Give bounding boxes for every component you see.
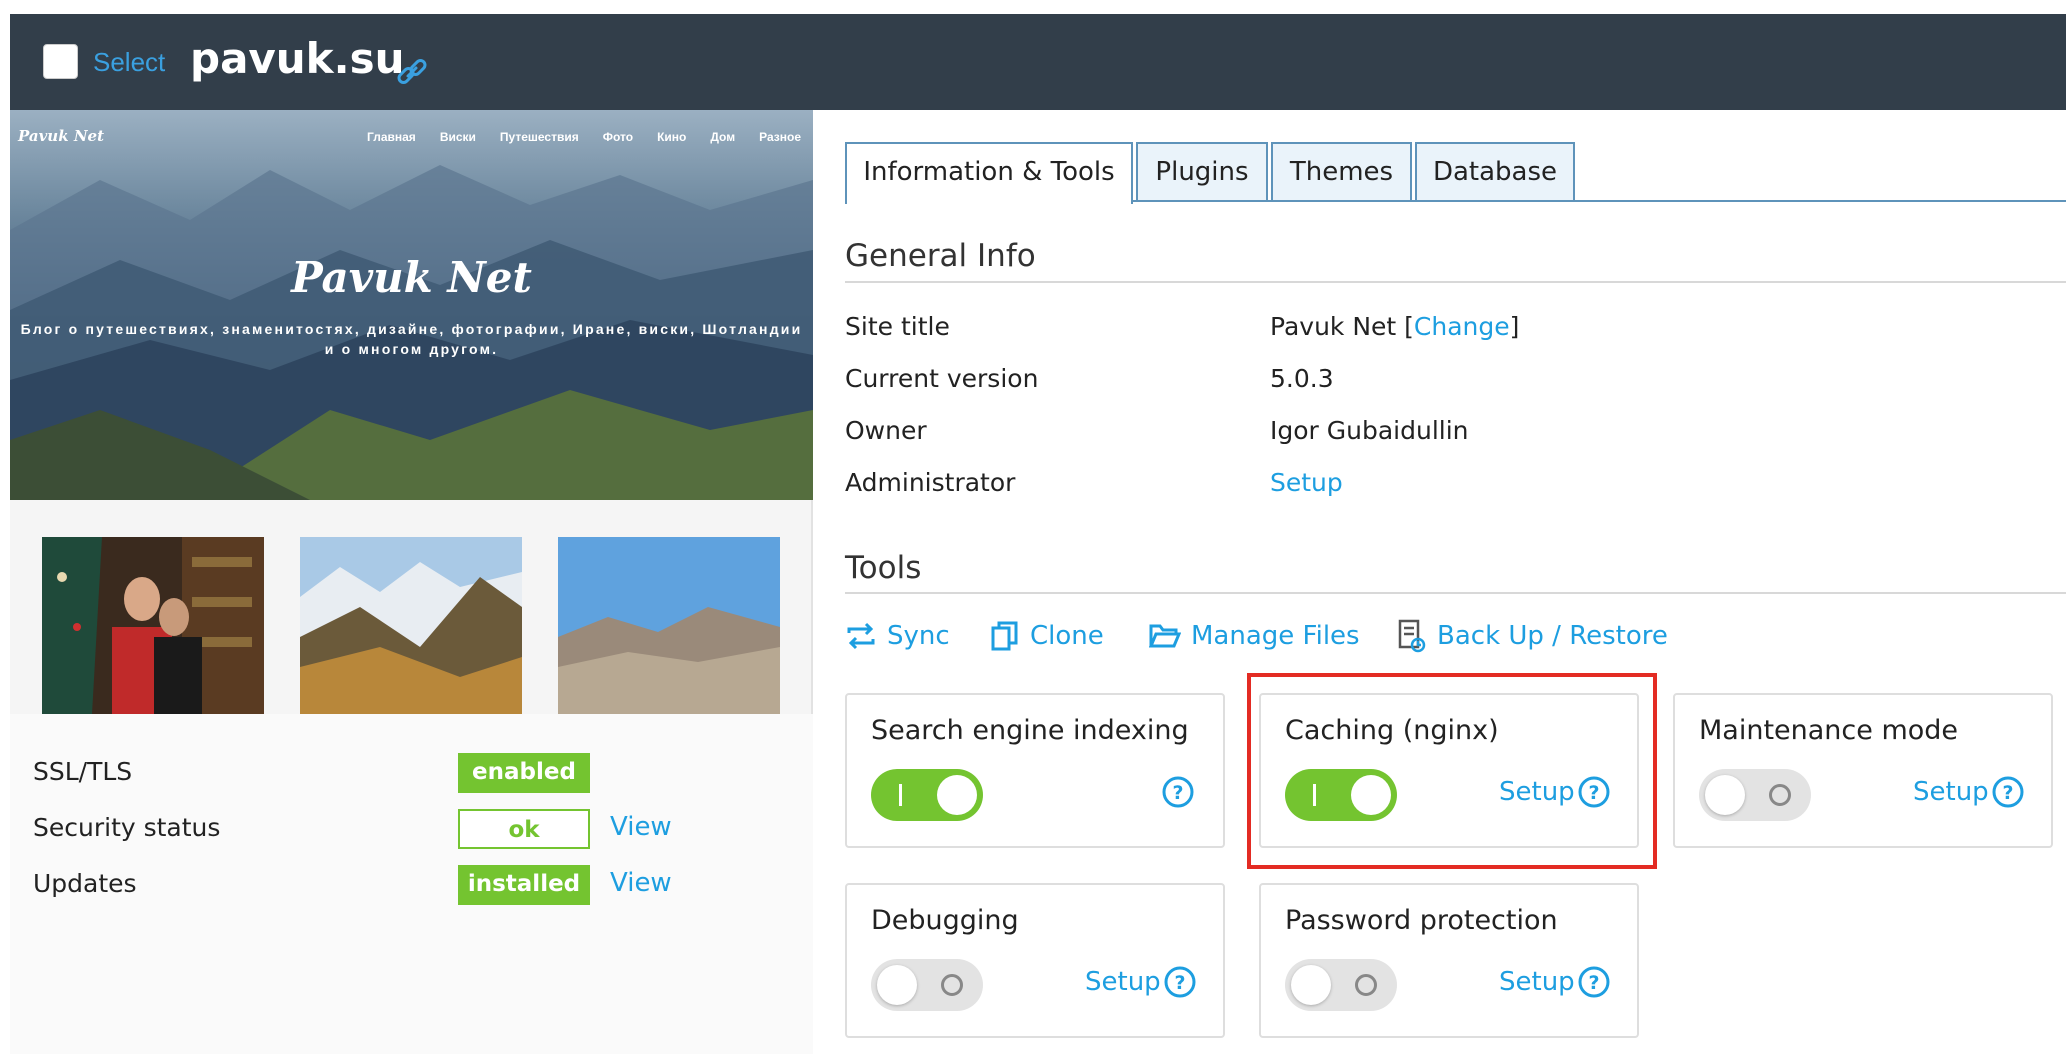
search-engine-indexing-card: Search engine indexing ? — [845, 693, 1225, 848]
preview-nav-item: Главная — [367, 130, 416, 144]
updates-badge: installed — [458, 865, 590, 905]
maintenance-mode-card: Maintenance mode Setup ? — [1673, 693, 2053, 848]
clone-icon — [991, 621, 1018, 651]
help-icon[interactable]: ? — [1991, 775, 2025, 809]
sync-icon — [847, 622, 875, 650]
security-view-link[interactable]: View — [610, 812, 672, 842]
current-version-label: Current version — [845, 364, 1039, 393]
card-title: Maintenance mode — [1699, 715, 1959, 746]
highlight-box — [1247, 673, 1657, 869]
general-info-divider — [845, 281, 2066, 283]
site-header-bar: Select pavuk.su — [10, 14, 2066, 110]
updates-view-link[interactable]: View — [610, 868, 672, 898]
owner-value: Igor Gubaidullin — [1270, 416, 1469, 445]
manage-files-label: Manage Files — [1191, 621, 1360, 651]
manage-files-link[interactable]: Manage Files — [1149, 616, 1360, 656]
backup-restore-label: Back Up / Restore — [1437, 621, 1668, 651]
tab-themes[interactable]: Themes — [1271, 142, 1412, 202]
site-preview-panel: Pavuk Net Главная Виски Путешествия Фото… — [10, 110, 813, 1054]
preview-title: Pavuk Net — [291, 253, 532, 302]
search-indexing-toggle[interactable] — [871, 769, 983, 821]
maintenance-setup-link[interactable]: Setup — [1913, 777, 1989, 807]
tools-heading: Tools — [845, 550, 922, 586]
site-title-value: Pavuk Net [Change] — [1270, 312, 1520, 341]
active-tab-gap — [847, 199, 1131, 203]
clone-label: Clone — [1030, 621, 1104, 651]
general-info-heading: General Info — [845, 238, 1036, 274]
backup-icon — [1398, 619, 1426, 653]
help-icon[interactable]: ? — [1577, 965, 1611, 999]
password-protection-toggle[interactable] — [1285, 959, 1397, 1011]
help-icon[interactable]: ? — [1163, 965, 1197, 999]
site-domain-title: pavuk.su — [190, 34, 405, 83]
preview-thumbnail-valley — [558, 537, 780, 714]
preview-brand: Pavuk Net — [18, 127, 105, 145]
owner-label: Owner — [845, 416, 927, 445]
tab-database[interactable]: Database — [1415, 142, 1575, 202]
svg-text:?: ? — [2002, 782, 2013, 804]
site-screenshot-hero[interactable]: Pavuk Net Главная Виски Путешествия Фото… — [10, 110, 813, 500]
preview-nav-item: Дом — [710, 130, 736, 144]
preview-nav-item: Разное — [759, 130, 801, 144]
link-icon[interactable] — [394, 54, 430, 90]
ssl-tls-badge: enabled — [458, 753, 590, 793]
tab-plugins[interactable]: Plugins — [1136, 142, 1268, 202]
password-protection-card: Password protection Setup ? — [1259, 883, 1639, 1038]
backup-restore-link[interactable]: Back Up / Restore — [1397, 616, 1668, 656]
ssl-tls-label: SSL/TLS — [33, 757, 133, 786]
security-status-label: Security status — [33, 813, 221, 842]
preview-nav: Главная Виски Путешествия Фото Кино Дом … — [367, 130, 801, 144]
change-link[interactable]: Change — [1414, 312, 1510, 341]
card-title: Password protection — [1285, 905, 1558, 936]
updates-label: Updates — [33, 869, 137, 898]
card-title: Debugging — [871, 905, 1019, 936]
password-protection-setup-link[interactable]: Setup — [1499, 967, 1575, 997]
folder-icon — [1149, 624, 1181, 648]
preview-nav-item: Фото — [602, 130, 634, 144]
svg-text:?: ? — [1172, 782, 1183, 804]
preview-nav-item: Путешествия — [499, 130, 579, 144]
preview-nav-item: Виски — [439, 130, 476, 144]
security-status-badge: ok — [458, 809, 590, 849]
clone-link[interactable]: Clone — [990, 616, 1104, 656]
svg-text:?: ? — [1588, 972, 1599, 994]
svg-text:?: ? — [1174, 972, 1185, 994]
maintenance-toggle[interactable] — [1699, 769, 1811, 821]
card-title: Search engine indexing — [871, 715, 1189, 746]
debugging-card: Debugging Setup ? — [845, 883, 1225, 1038]
preview-thumbnail-people — [42, 537, 264, 714]
help-icon[interactable]: ? — [1161, 775, 1195, 809]
sync-label: Sync — [887, 621, 950, 651]
sync-link[interactable]: Sync — [845, 616, 950, 656]
current-version-value: 5.0.3 — [1270, 364, 1334, 393]
preview-nav-item: Кино — [657, 130, 687, 144]
select-checkbox[interactable] — [43, 44, 78, 79]
preview-thumbnail-mountains — [300, 537, 522, 714]
debugging-toggle[interactable] — [871, 959, 983, 1011]
select-label[interactable]: Select — [93, 47, 165, 78]
site-title-label: Site title — [845, 312, 950, 341]
debugging-setup-link[interactable]: Setup — [1085, 967, 1161, 997]
tools-divider — [845, 592, 2066, 594]
administrator-setup-link[interactable]: Setup — [1270, 468, 1343, 497]
mountain-landscape-image — [10, 165, 813, 500]
tab-information-tools[interactable]: Information & Tools — [845, 142, 1133, 204]
administrator-label: Administrator — [845, 468, 1016, 497]
preview-subtitle: Блог о путешествиях, знаменитостях, диза… — [20, 321, 803, 357]
